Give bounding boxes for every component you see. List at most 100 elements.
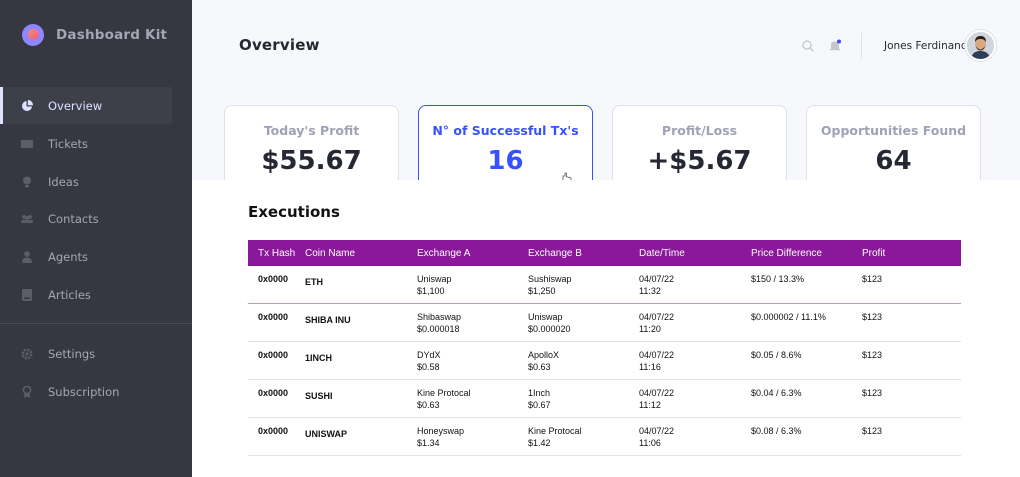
card-value: +$5.67: [647, 146, 752, 176]
exchange-a: Shibaswap $0.000018: [417, 311, 461, 335]
sidebar-item-overview[interactable]: Overview: [0, 87, 172, 124]
avatar-photo-icon: [967, 32, 994, 59]
tx-hash: 0x0000: [258, 388, 289, 398]
column-header[interactable]: Exchange A: [417, 248, 470, 259]
search-icon[interactable]: [801, 38, 815, 52]
date: 04/07/22: [639, 312, 675, 322]
exchange-price: $0.63: [417, 400, 440, 410]
date: 04/07/22: [639, 274, 675, 284]
card-profit-loss[interactable]: Profit/Loss +$5.67: [612, 105, 787, 180]
sidebar-item-settings[interactable]: Settings: [0, 335, 172, 372]
sidebar-item-label: Overview: [48, 98, 103, 113]
date-time: 04/07/22 11:32: [639, 273, 674, 297]
pie-chart-icon: [21, 99, 33, 112]
exchange-name: Kine Protocal: [528, 426, 582, 436]
sidebar-item-label: Settings: [48, 346, 96, 361]
sidebar-item-ideas[interactable]: Ideas: [0, 163, 172, 200]
tx-hash: 0x0000: [258, 312, 289, 322]
card-successful-txs[interactable]: N° of Successful Tx's 16: [418, 105, 593, 182]
time: 11:20: [639, 324, 661, 334]
sidebar-item-contacts[interactable]: Contacts: [0, 200, 172, 237]
brand[interactable]: Dashboard Kit: [22, 24, 167, 46]
date-time: 04/07/22 11:16: [639, 349, 674, 373]
avatar[interactable]: [965, 30, 996, 61]
exchange-b: Sushiswap $1,250: [528, 273, 572, 297]
profit: $123: [862, 274, 883, 284]
section-title: Executions: [248, 203, 340, 221]
exchange-b: Kine Protocal $1.42: [528, 425, 582, 449]
column-header[interactable]: Exchange B: [528, 248, 582, 259]
exchange-price: $1,250: [528, 286, 556, 296]
tx-hash: 0x0000: [258, 426, 289, 436]
column-header[interactable]: Date/Time: [639, 248, 685, 259]
exchange-name: Honeyswap: [417, 426, 465, 436]
card-value: 64: [875, 146, 912, 176]
exchange-price: $1.42: [528, 438, 551, 448]
column-header[interactable]: Tx Hash: [258, 248, 295, 259]
exchange-name: Kine Protocal: [417, 388, 471, 398]
sidebar-item-label: Agents: [48, 249, 89, 264]
exchange-a: Uniswap $1,100: [417, 273, 452, 297]
page-title: Overview: [239, 36, 320, 54]
exchange-price: $1,100: [417, 286, 445, 296]
coin-name: SUSHI: [305, 391, 333, 401]
column-header[interactable]: Profit: [862, 248, 885, 259]
exchange-price: $0.000018: [417, 324, 460, 334]
brand-name: Dashboard Kit: [56, 27, 168, 43]
executions-table: Tx Hash Coin Name Exchange A Exchange B …: [248, 240, 961, 456]
exchange-price: $0.63: [528, 362, 551, 372]
sidebar-item-subscription[interactable]: Subscription: [0, 373, 172, 410]
table-row[interactable]: 0x0000 UNISWAP Honeyswap $1.34 Kine Proto…: [248, 418, 961, 456]
date: 04/07/22: [639, 426, 675, 436]
sidebar-item-label: Tickets: [48, 136, 89, 151]
coin-name: UNISWAP: [305, 429, 348, 439]
card-opportunities-found[interactable]: Opportunities Found 64: [806, 105, 981, 180]
coin-name: ETH: [305, 277, 323, 287]
time: 11:06: [639, 438, 661, 448]
award-icon: [21, 385, 33, 398]
date: 04/07/22: [639, 350, 675, 360]
exchange-name: Uniswap: [417, 274, 452, 284]
people-icon: [21, 213, 33, 225]
exchange-b: 1Inch $0.67: [528, 387, 551, 411]
sidebar: Dashboard Kit Overview Tickets Ideas Con…: [0, 0, 192, 477]
table-row[interactable]: 0x0000 SHIBA INU Shibaswap $0.000018 Unis…: [248, 304, 961, 342]
card-title: N° of Successful Tx's: [432, 123, 579, 138]
time: 11:12: [639, 400, 661, 410]
table-row[interactable]: 0x0000 ETH Uniswap $1,100 Sushiswap $1,250…: [248, 266, 961, 304]
card-title: Opportunities Found: [820, 123, 967, 138]
notification-bell-icon[interactable]: [828, 38, 842, 52]
book-icon: [21, 288, 33, 301]
sidebar-item-agents[interactable]: Agents: [0, 238, 172, 275]
sidebar-item-tickets[interactable]: Tickets: [0, 125, 172, 162]
table-row[interactable]: 0x0000 1INCH DYdX $0.58 ApolloX $0.63 04/0…: [248, 342, 961, 380]
sidebar-item-label: Subscription: [48, 384, 120, 399]
coin-name: 1INCH: [305, 353, 333, 363]
sidebar-item-articles[interactable]: Articles: [0, 276, 172, 313]
column-header[interactable]: Price Difference: [751, 248, 822, 259]
card-todays-profit[interactable]: Today's Profit $55.67: [224, 105, 399, 180]
exchange-a: Kine Protocal $0.63: [417, 387, 471, 411]
card-value: $55.67: [261, 146, 362, 176]
exchange-name: 1Inch: [528, 388, 551, 398]
sidebar-divider: [0, 323, 192, 324]
table-row[interactable]: 0x0000 SUSHI Kine Protocal $0.63 1Inch $0.…: [248, 380, 961, 418]
exchange-b: ApolloX $0.63: [528, 349, 559, 373]
profit: $123: [862, 312, 883, 322]
brand-logo-icon: [22, 24, 44, 46]
sidebar-item-label: Contacts: [48, 211, 99, 226]
price-difference: $0.000002 / 11.1%: [751, 312, 826, 322]
exchange-name: Uniswap: [528, 312, 563, 322]
user-name[interactable]: Jones Ferdinand: [884, 40, 968, 52]
profit: $123: [862, 388, 883, 398]
sidebar-item-label: Ideas: [48, 174, 79, 189]
exchange-b: Uniswap $0.000020: [528, 311, 571, 335]
gear-icon: [21, 348, 33, 360]
price-difference: $0.05 / 8.6%: [751, 350, 802, 360]
exchange-name: Shibaswap: [417, 312, 462, 322]
exchange-price: $0.000020: [528, 324, 571, 334]
lightbulb-icon: [21, 176, 33, 188]
price-difference: $0.04 / 6.3%: [751, 388, 802, 398]
column-header[interactable]: Coin Name: [305, 248, 355, 259]
ticket-icon: [21, 138, 33, 150]
